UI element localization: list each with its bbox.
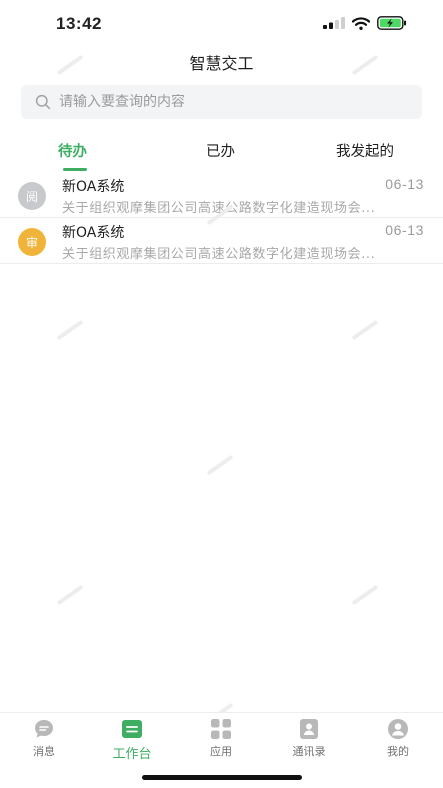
status-icons [323,16,407,30]
page-title: 智慧交工 [189,54,254,73]
nav-item-messages[interactable]: 消息 [9,718,79,759]
tab-bar: 待办 已办 我发起的 [0,132,443,172]
nav-item-profile[interactable]: 我的 [363,718,433,759]
contacts-icon [300,719,318,739]
nav-label: 应用 [210,745,232,758]
task-list: 阅 新OA系统 06-13 关于组织观摩集团公司高速公路数字化建造现场会... … [0,172,443,264]
item-title: 新OA系统 [62,179,125,195]
tab-initiated[interactable]: 我发起的 [336,140,394,161]
battery-charging-icon [377,16,406,30]
search-icon [35,94,51,110]
nav-label: 通讯录 [292,745,326,758]
nav-label: 工作台 [112,747,152,762]
watermark-mark [57,320,83,340]
review-badge: 审 [18,228,46,256]
item-title: 新OA系统 [62,225,125,241]
bottom-nav: 消息 工作台 应用 通讯录 我的 [0,712,443,762]
watermark-mark [352,320,378,340]
item-description: 关于组织观摩集团公司高速公路数字化建造现场会... [62,201,376,216]
workbench-icon [122,720,142,738]
cellular-signal-icon [323,17,345,29]
nav-label: 我的 [387,745,409,758]
status-time: 13:42 [56,14,102,33]
apps-grid-icon [211,719,231,739]
home-indicator [142,775,302,780]
search-bar[interactable] [21,85,422,119]
watermark-mark [57,585,83,605]
status-bar: 13:42 [0,0,443,46]
item-date: 06-13 [385,176,424,192]
tab-todo[interactable]: 待办 [58,140,87,161]
wifi-icon [352,16,370,30]
search-input[interactable] [59,94,399,110]
read-badge: 阅 [18,182,46,210]
chat-bubble-icon [35,720,53,738]
tab-active-indicator [63,168,87,171]
watermark-mark [352,585,378,605]
item-date: 06-13 [385,222,424,238]
item-description: 关于组织观摩集团公司高速公路数字化建造现场会... [62,247,376,262]
nav-item-apps[interactable]: 应用 [186,718,256,759]
tab-done[interactable]: 已办 [206,140,235,161]
nav-item-workbench[interactable]: 工作台 [97,718,167,762]
nav-item-contacts[interactable]: 通讯录 [274,718,344,759]
watermark-mark [207,455,233,475]
list-item[interactable]: 审 新OA系统 06-13 关于组织观摩集团公司高速公路数字化建造现场会... [0,218,443,264]
profile-icon [388,719,408,739]
nav-label: 消息 [33,745,55,758]
list-item[interactable]: 阅 新OA系统 06-13 关于组织观摩集团公司高速公路数字化建造现场会... [0,172,443,218]
